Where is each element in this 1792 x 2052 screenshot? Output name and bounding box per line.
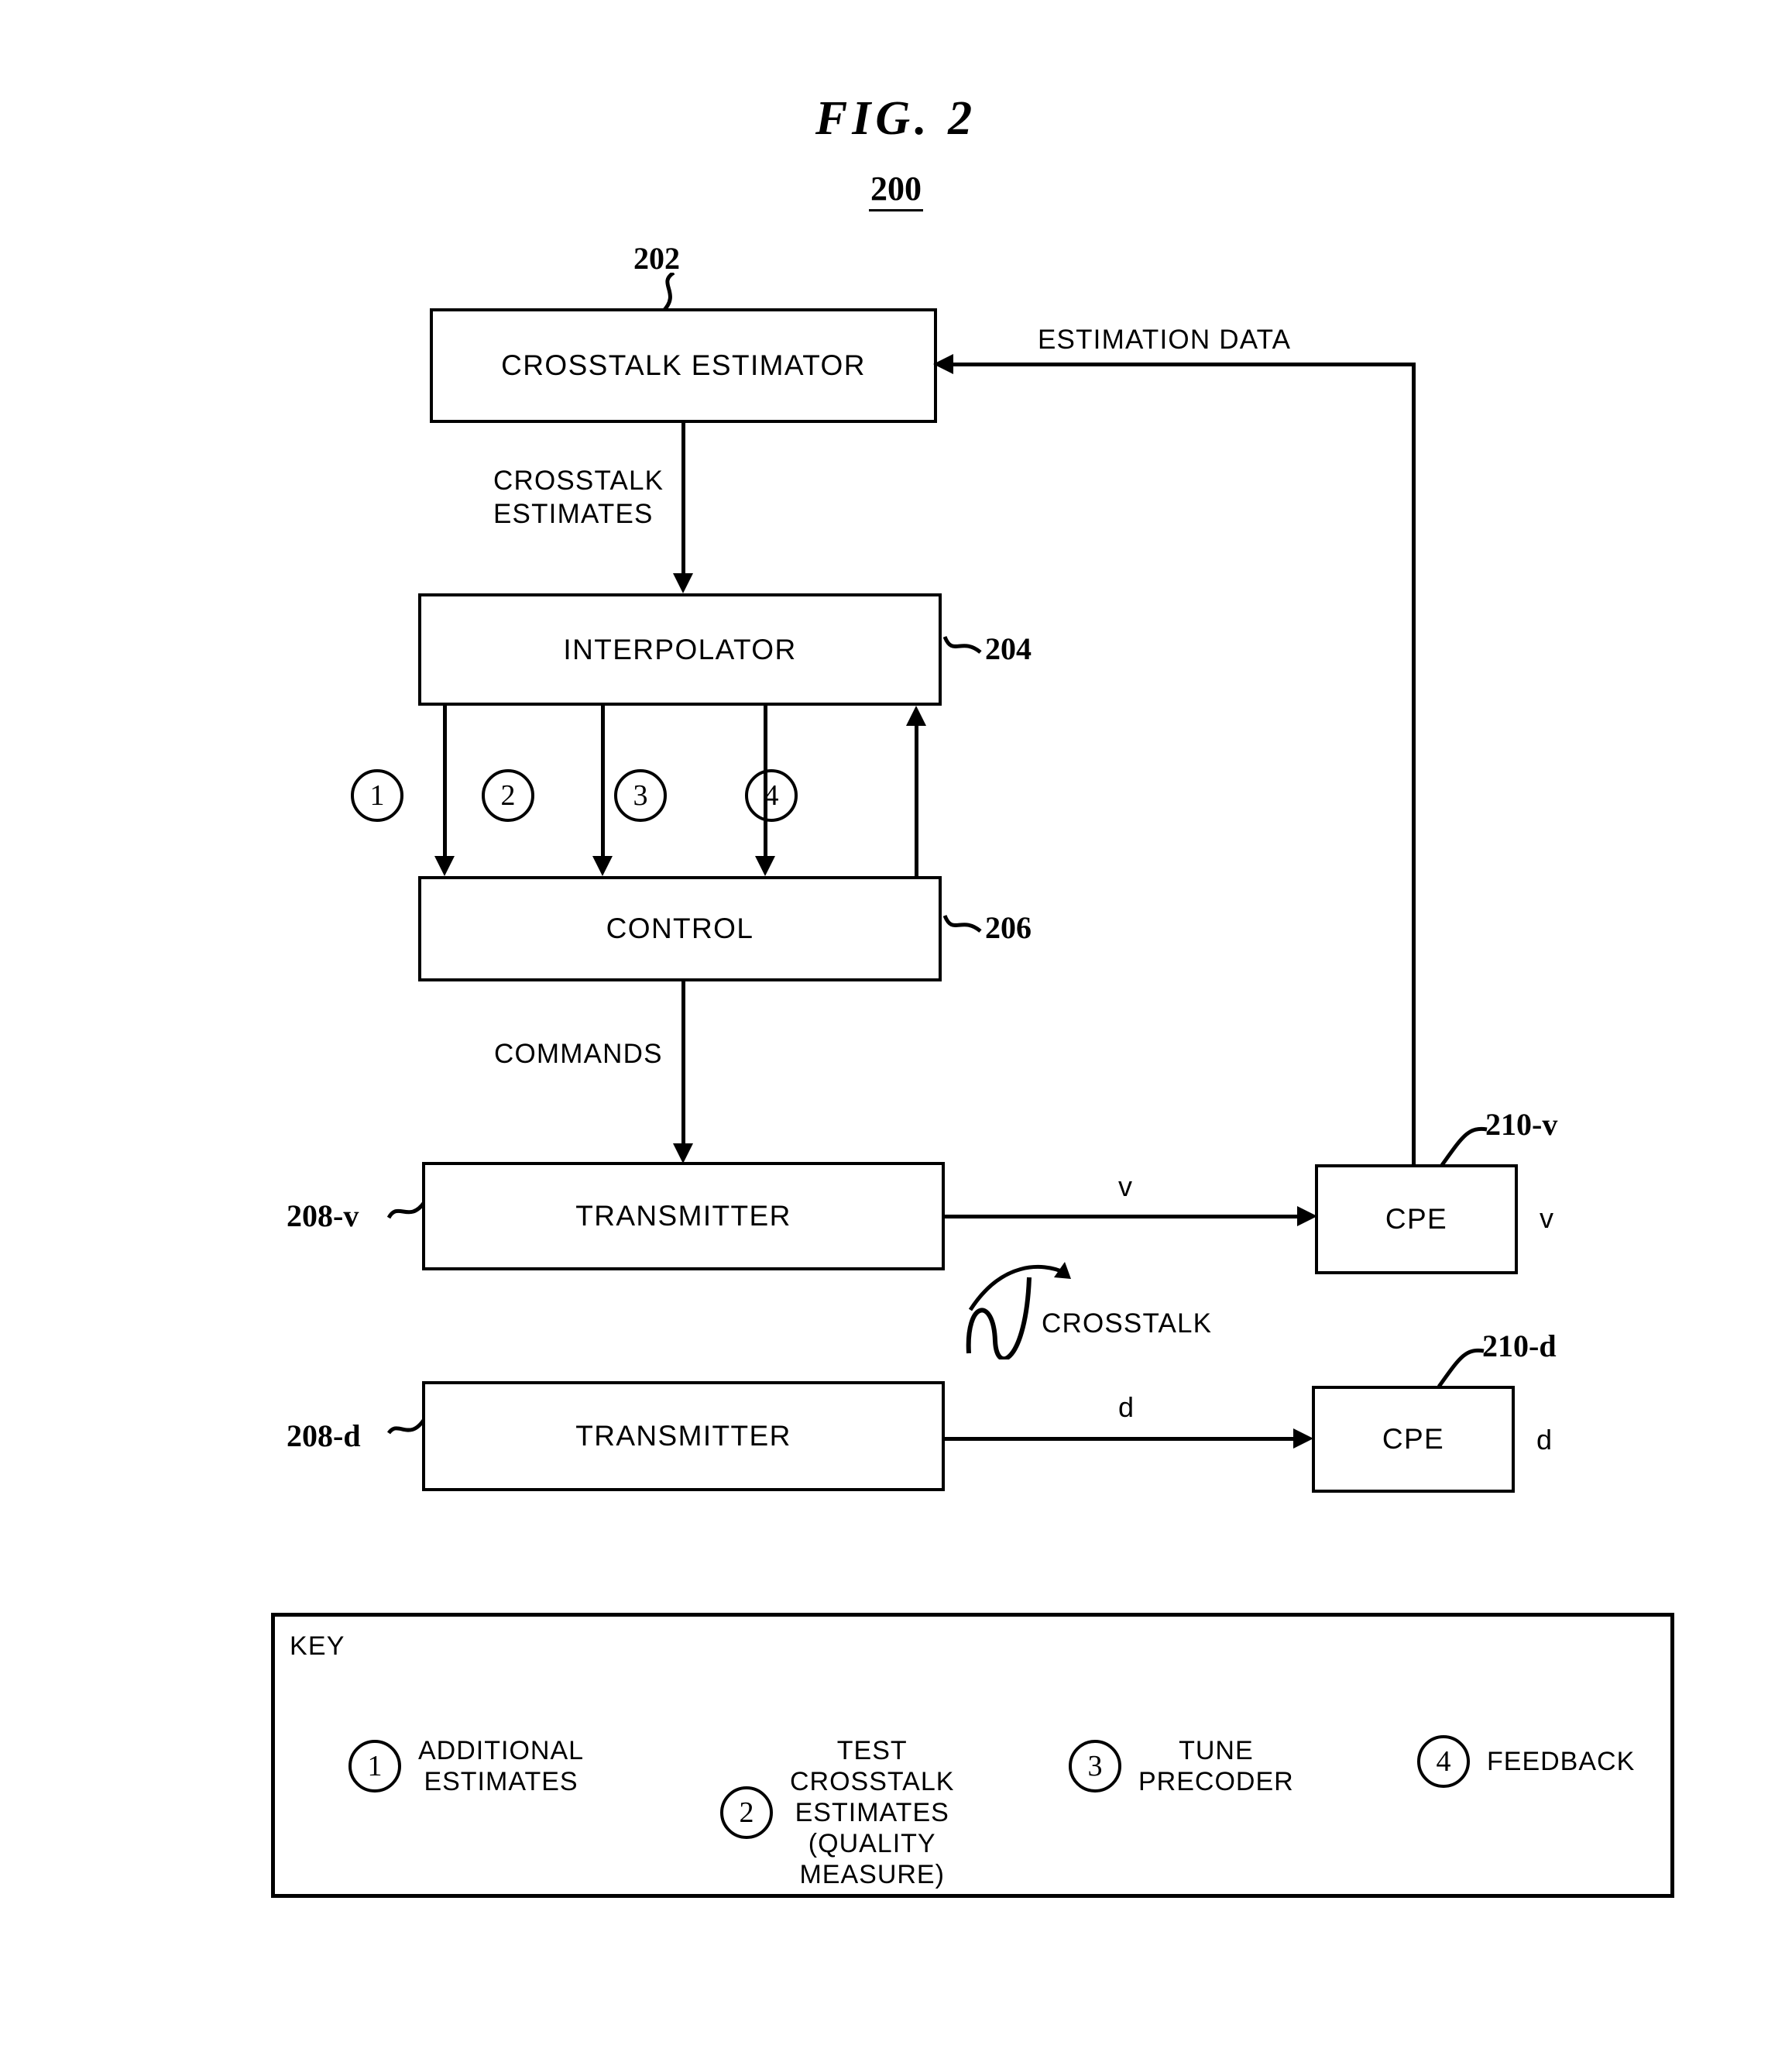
key-marker-4-num: 4	[1436, 1745, 1451, 1778]
label-cpe-d-out: d	[1536, 1424, 1553, 1456]
arrowhead-signal-2	[592, 856, 613, 876]
arrowhead-channel-d	[1293, 1428, 1313, 1449]
label-crosstalk-estimates: CROSSTALK ESTIMATES	[493, 466, 664, 529]
leader-curve-210-d	[1437, 1348, 1485, 1388]
wire-signal-3	[764, 706, 767, 858]
label-channel-v: v	[1118, 1170, 1132, 1202]
marker-circle-2-label: 2	[500, 779, 516, 812]
key-marker-circle-2: 2	[720, 1786, 773, 1840]
key-item-1-text: ADDITIONAL ESTIMATES	[418, 1736, 585, 1797]
block-cpe-v[interactable]: CPE	[1315, 1164, 1518, 1274]
ref-210-d: 210-d	[1482, 1328, 1557, 1363]
leader-squiggle-202	[661, 273, 675, 313]
block-interpolator[interactable]: INTERPOLATOR	[418, 593, 942, 706]
block-control-label: CONTROL	[606, 913, 754, 944]
label-channel-d: d	[1118, 1391, 1135, 1423]
crosstalk-pointer-arrow	[968, 1262, 1071, 1311]
wire-feedback-vertical	[1412, 363, 1416, 1167]
marker-circle-3-label: 3	[633, 779, 648, 812]
leader-squiggle-206	[943, 914, 982, 933]
key-marker-2-num: 2	[739, 1796, 754, 1830]
key-title: KEY	[290, 1631, 345, 1661]
label-crosstalk: CROSSTALK	[1042, 1308, 1213, 1339]
key-marker-3-num: 3	[1087, 1750, 1103, 1783]
block-cpe-d[interactable]: CPE	[1312, 1386, 1515, 1493]
block-cpe-v-label: CPE	[1385, 1203, 1448, 1235]
arrowhead-estimation-data	[933, 354, 953, 374]
marker-circle-4: 4	[745, 769, 798, 822]
block-transmitter-v[interactable]: TRANSMITTER	[422, 1162, 945, 1270]
ref-208-d: 208-d	[287, 1418, 361, 1453]
arrowhead-signal-3	[755, 856, 775, 876]
key-item-1: 1 ADDITIONAL ESTIMATES	[348, 1735, 584, 1797]
wire-signal-2	[601, 706, 605, 858]
wire-channel-d	[945, 1437, 1295, 1441]
ref-204: 204	[985, 631, 1032, 666]
key-item-2-text: TEST CROSSTALK ESTIMATES (QUALITY MEASUR…	[790, 1736, 955, 1890]
ref-206: 206	[985, 910, 1032, 945]
block-transmitter-d[interactable]: TRANSMITTER	[422, 1381, 945, 1491]
key-item-3-text: TUNE PRECODER	[1138, 1736, 1294, 1797]
key-item-2: 2 TEST CROSSTALK ESTIMATES (QUALITY MEAS…	[720, 1735, 954, 1891]
wire-estimation-data-horizontal	[951, 363, 1416, 366]
key-marker-circle-4: 4	[1417, 1735, 1470, 1788]
leader-squiggle-204	[943, 635, 982, 655]
block-interpolator-label: INTERPOLATOR	[563, 633, 797, 665]
figure-number: 200	[0, 169, 1792, 211]
wire-commands	[681, 981, 685, 1146]
wire-signal-4	[915, 724, 918, 876]
marker-circle-1: 1	[351, 769, 403, 822]
wire-signal-1	[443, 706, 447, 858]
key-item-3: 3 TUNE PRECODER	[1069, 1735, 1294, 1797]
ref-202: 202	[633, 241, 680, 276]
key-marker-1-num: 1	[367, 1750, 383, 1783]
key-marker-circle-3: 3	[1069, 1740, 1121, 1793]
block-crosstalk-estimator-label: CROSSTALK ESTIMATOR	[501, 349, 866, 381]
key-item-4-text: FEEDBACK	[1487, 1746, 1636, 1776]
block-transmitter-d-label: TRANSMITTER	[575, 1420, 791, 1452]
figure-title: FIG. 2	[815, 92, 977, 145]
block-control[interactable]: CONTROL	[418, 876, 942, 981]
key-item-4: 4 FEEDBACK	[1417, 1735, 1635, 1788]
marker-circle-3: 3	[614, 769, 667, 822]
label-commands: COMMANDS	[494, 1039, 663, 1069]
block-transmitter-v-label: TRANSMITTER	[575, 1200, 791, 1232]
block-crosstalk-estimator[interactable]: CROSSTALK ESTIMATOR	[430, 308, 937, 423]
label-cpe-v-out: v	[1540, 1202, 1553, 1234]
key-marker-circle-1: 1	[348, 1740, 401, 1793]
arrowhead-commands	[673, 1143, 693, 1163]
block-cpe-d-label: CPE	[1382, 1423, 1445, 1455]
wire-channel-v	[945, 1215, 1299, 1218]
arrowhead-crosstalk-estimates	[673, 573, 693, 593]
patent-figure-page: FIG. 2 200 202 CROSSTALK ESTIMATOR ESTIM…	[0, 0, 1792, 2052]
marker-circle-2: 2	[482, 769, 534, 822]
arrowhead-signal-4	[906, 706, 926, 726]
arrowhead-signal-1	[434, 856, 455, 876]
figure-number-text: 200	[869, 170, 923, 211]
label-estimation-data: ESTIMATION DATA	[1038, 325, 1292, 355]
ref-208-v: 208-v	[287, 1198, 359, 1233]
marker-circle-1-label: 1	[369, 779, 385, 812]
wire-crosstalk-estimates	[681, 423, 685, 575]
leader-curve-210-v	[1440, 1126, 1488, 1167]
ref-210-v: 210-v	[1485, 1107, 1558, 1142]
